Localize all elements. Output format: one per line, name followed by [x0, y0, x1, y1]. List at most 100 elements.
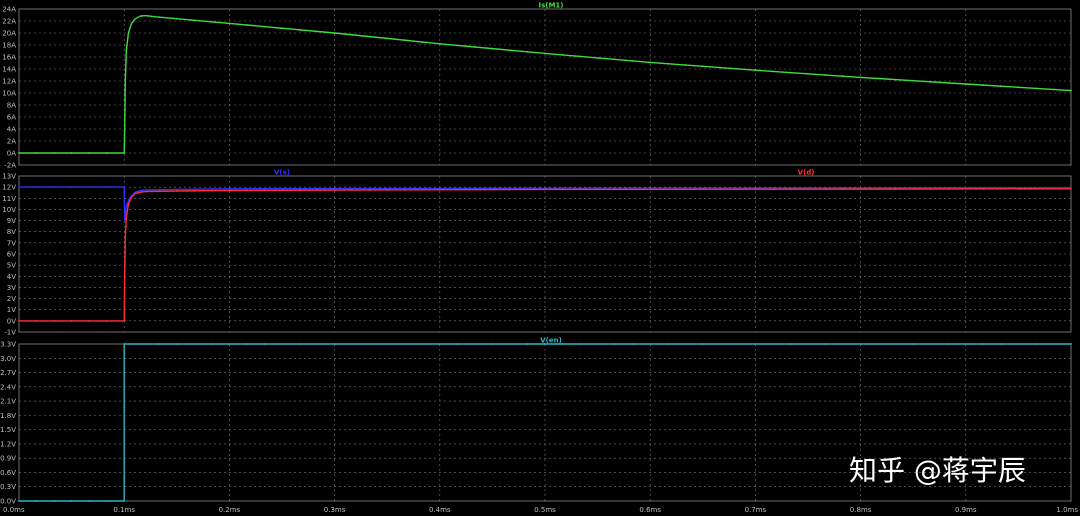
sample-point	[123, 186, 126, 189]
sample-point	[53, 152, 55, 154]
sample-point	[509, 343, 511, 345]
sample-point	[123, 152, 126, 154]
sample-point	[105, 152, 108, 154]
sample-point	[649, 188, 652, 191]
sample-point	[754, 343, 757, 345]
sample-point	[666, 188, 669, 191]
sample-point	[175, 190, 178, 192]
sample-point	[631, 343, 634, 345]
sample-point	[351, 343, 353, 345]
sample-point	[88, 186, 90, 189]
sample-point	[474, 343, 476, 345]
sample-point	[175, 17, 178, 20]
sample-point	[1052, 343, 1055, 345]
y-tick-label: 0.9V	[0, 455, 16, 463]
sample-point	[666, 62, 669, 65]
sample-point	[649, 343, 652, 345]
sample-point	[421, 188, 424, 191]
sample-point	[719, 66, 722, 69]
sample-point	[947, 82, 950, 84]
sample-point	[982, 84, 985, 86]
sample-point	[526, 50, 529, 53]
sample-point	[877, 343, 879, 345]
sample-point	[211, 343, 213, 345]
sample-point	[88, 320, 90, 322]
sample-point	[947, 343, 950, 345]
sample-point	[53, 500, 55, 502]
sample-point	[824, 74, 827, 76]
sample-point	[807, 188, 809, 191]
sample-point	[701, 343, 704, 345]
sample-point	[35, 186, 38, 189]
sample-point	[351, 33, 353, 36]
sample-point	[684, 64, 687, 66]
y-tick-label: 0.0V	[0, 498, 16, 506]
y-tick-label: 7V	[7, 239, 16, 247]
sample-point	[246, 187, 248, 190]
trace-label: V(d)	[798, 169, 815, 177]
sample-point	[246, 24, 248, 26]
sample-point	[666, 343, 669, 345]
sample-point	[929, 80, 932, 83]
sample-point	[175, 188, 178, 191]
sample-point	[70, 186, 73, 189]
trace-label: V(s)	[274, 169, 290, 177]
y-tick-label: 2V	[7, 295, 16, 303]
sample-point	[859, 76, 862, 79]
sample-point	[1052, 187, 1055, 190]
sample-point	[158, 343, 161, 345]
sample-point	[964, 188, 967, 190]
watermark: 知乎 @蒋宇辰	[849, 454, 1026, 487]
y-tick-label: 18A	[2, 42, 16, 50]
sample-point	[35, 500, 38, 502]
sample-point	[1070, 343, 1072, 345]
y-tick-label: 10A	[2, 90, 16, 98]
sample-point	[281, 27, 283, 30]
sample-point	[88, 152, 90, 154]
sample-point	[105, 500, 108, 502]
sample-point	[53, 320, 55, 322]
sample-point	[789, 343, 792, 345]
sample-point	[964, 83, 967, 85]
sample-point	[544, 188, 546, 191]
sample-point	[140, 189, 143, 192]
x-tick-label: 0.6ms	[639, 506, 661, 514]
sample-point	[807, 343, 809, 345]
y-tick-label: 11V	[2, 195, 16, 203]
sample-point	[947, 188, 950, 190]
sample-point	[859, 343, 862, 345]
sample-point	[614, 343, 616, 345]
sample-point	[263, 343, 266, 345]
y-tick-label: 8A	[7, 102, 16, 110]
sample-point	[70, 320, 73, 322]
sample-point	[351, 189, 353, 192]
sample-point	[737, 343, 739, 345]
y-tick-label: 6A	[7, 114, 16, 122]
sample-point	[964, 343, 967, 345]
sample-point	[684, 343, 687, 345]
sample-point	[368, 343, 371, 345]
sample-point	[877, 188, 879, 190]
y-tick-label: 22A	[2, 18, 16, 26]
trace-label: Is(M1)	[538, 2, 563, 10]
sample-point	[246, 343, 248, 345]
sample-point	[894, 343, 897, 345]
sample-point	[403, 343, 406, 345]
sample-point	[1035, 188, 1037, 190]
sample-point	[596, 188, 599, 191]
sample-point	[719, 343, 722, 345]
sample-point	[263, 25, 266, 28]
y-tick-label: 0.6V	[0, 469, 16, 477]
sample-point	[175, 343, 178, 345]
sample-point	[456, 188, 459, 191]
sample-point	[772, 343, 774, 345]
sample-point	[53, 186, 55, 189]
sample-point	[789, 71, 792, 74]
sample-point	[193, 19, 196, 22]
y-tick-label: 4A	[7, 126, 16, 134]
sample-point	[211, 20, 213, 23]
sample-point	[859, 188, 862, 190]
sample-point	[877, 77, 879, 80]
sample-point	[105, 320, 108, 322]
sample-point	[281, 189, 283, 192]
